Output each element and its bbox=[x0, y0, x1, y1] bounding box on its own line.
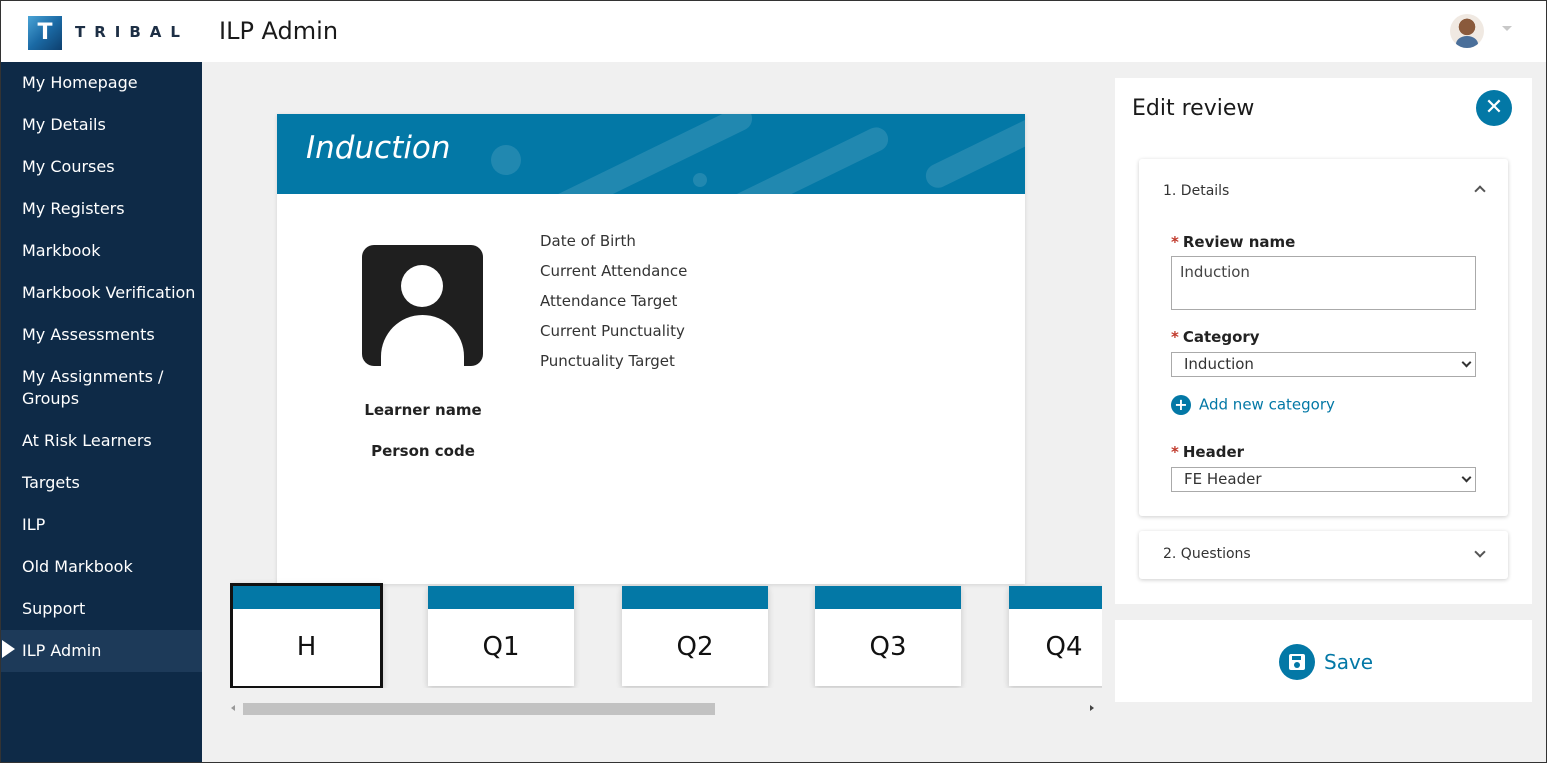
tab-bar bbox=[1009, 586, 1102, 609]
save-icon bbox=[1279, 644, 1315, 680]
edit-review-panel: Edit review ✕ 1. Details * Review name In… bbox=[1115, 78, 1532, 604]
chevron-up-icon[interactable] bbox=[1474, 185, 1486, 197]
review-preview-card: Induction Learner name Person code Date … bbox=[277, 114, 1025, 584]
decoration bbox=[491, 145, 521, 175]
question-tabs: H Q1 Q2 Q3 Q4 bbox=[230, 578, 1102, 688]
horizontal-scrollbar[interactable] bbox=[230, 702, 1100, 716]
info-date-of-birth: Date of Birth bbox=[540, 232, 636, 250]
info-current-attendance: Current Attendance bbox=[540, 262, 688, 280]
preview-title: Induction bbox=[306, 130, 451, 166]
chevron-down-icon bbox=[1461, 357, 1472, 368]
tribal-logo-icon: T bbox=[28, 16, 62, 50]
scroll-left-icon[interactable] bbox=[231, 705, 235, 711]
sidebar-item-my-registers[interactable]: My Registers bbox=[1, 198, 202, 220]
active-indicator-icon bbox=[2, 640, 15, 658]
sidebar-item-label-line2: Groups bbox=[22, 389, 80, 408]
plus-icon: + bbox=[1171, 395, 1191, 415]
scrollbar-thumb[interactable] bbox=[243, 703, 715, 715]
avatar[interactable] bbox=[1450, 14, 1484, 48]
tab-label: H bbox=[296, 632, 317, 662]
save-panel: Save bbox=[1115, 620, 1532, 702]
decoration bbox=[529, 114, 757, 194]
sidebar-item-my-details[interactable]: My Details bbox=[1, 114, 202, 136]
tab-bar bbox=[622, 586, 768, 609]
save-label: Save bbox=[1324, 650, 1374, 674]
header-value: FE Header bbox=[1184, 470, 1262, 488]
sidebar-item-old-markbook[interactable]: Old Markbook bbox=[1, 556, 202, 578]
tab-q1[interactable]: Q1 bbox=[428, 586, 574, 686]
main-content: Induction Learner name Person code Date … bbox=[202, 62, 1546, 762]
preview-header: Induction bbox=[277, 114, 1025, 194]
sidebar-item-my-assignments[interactable]: My Assignments / Groups bbox=[1, 366, 202, 410]
sidebar: My Homepage My Details My Courses My Reg… bbox=[1, 62, 202, 762]
tab-header[interactable]: H bbox=[230, 583, 383, 688]
top-bar: T TRIBAL ILP Admin bbox=[1, 1, 1546, 62]
page-title: ILP Admin bbox=[219, 17, 339, 45]
tab-q4[interactable]: Q4 bbox=[1009, 586, 1102, 686]
review-name-field[interactable]: Induction bbox=[1171, 256, 1476, 310]
add-new-category-link[interactable]: + Add new category bbox=[1171, 395, 1335, 415]
learner-photo-icon bbox=[362, 245, 483, 366]
tab-bar bbox=[233, 586, 380, 609]
chevron-down-icon[interactable] bbox=[1502, 26, 1512, 31]
logo-text: TRIBAL bbox=[75, 23, 189, 41]
decoration bbox=[693, 173, 707, 187]
sidebar-item-ilp[interactable]: ILP bbox=[1, 514, 202, 536]
header-select[interactable]: FE Header bbox=[1171, 467, 1476, 492]
chevron-down-icon bbox=[1461, 472, 1472, 483]
close-icon: ✕ bbox=[1484, 95, 1504, 120]
add-category-label: Add new category bbox=[1199, 395, 1335, 414]
tab-bar bbox=[428, 586, 574, 609]
tab-q3[interactable]: Q3 bbox=[815, 586, 961, 686]
tab-label: Q2 bbox=[676, 632, 714, 662]
scroll-right-icon[interactable] bbox=[1090, 705, 1094, 711]
sidebar-item-support[interactable]: Support bbox=[1, 598, 202, 620]
info-punctuality-target: Punctuality Target bbox=[540, 352, 675, 370]
chevron-down-icon[interactable] bbox=[1474, 546, 1486, 558]
section-title[interactable]: 1. Details bbox=[1163, 183, 1229, 199]
app-window: T TRIBAL ILP Admin My Homepage My Detail… bbox=[0, 0, 1547, 763]
tab-label: Q4 bbox=[1045, 632, 1083, 662]
section-title: 2. Questions bbox=[1163, 546, 1251, 562]
sidebar-item-my-assessments[interactable]: My Assessments bbox=[1, 324, 202, 346]
tab-bar bbox=[815, 586, 961, 609]
tab-q2[interactable]: Q2 bbox=[622, 586, 768, 686]
category-select[interactable]: Induction bbox=[1171, 352, 1476, 377]
sidebar-item-label: My Assignments / bbox=[22, 367, 164, 386]
category-value: Induction bbox=[1184, 355, 1254, 373]
close-button[interactable]: ✕ bbox=[1476, 90, 1512, 126]
tab-label: Q1 bbox=[482, 632, 520, 662]
sidebar-item-my-homepage[interactable]: My Homepage bbox=[1, 72, 202, 94]
sidebar-item-targets[interactable]: Targets bbox=[1, 472, 202, 494]
panel-title: Edit review bbox=[1132, 96, 1255, 121]
info-attendance-target: Attendance Target bbox=[540, 292, 678, 310]
person-code: Person code bbox=[371, 442, 475, 460]
header-label: * Header bbox=[1171, 443, 1245, 461]
sidebar-item-my-courses[interactable]: My Courses bbox=[1, 156, 202, 178]
review-name-label: * Review name bbox=[1171, 233, 1296, 251]
sidebar-item-markbook-verification[interactable]: Markbook Verification bbox=[1, 282, 202, 304]
questions-section[interactable]: 2. Questions bbox=[1139, 531, 1508, 579]
learner-name: Learner name bbox=[364, 401, 482, 419]
category-label: * Category bbox=[1171, 328, 1260, 346]
info-current-punctuality: Current Punctuality bbox=[540, 322, 685, 340]
details-section: 1. Details * Review name Induction * Categ… bbox=[1139, 159, 1508, 516]
decoration bbox=[921, 114, 1025, 192]
sidebar-item-ilp-admin[interactable]: ILP Admin bbox=[1, 630, 202, 672]
sidebar-item-label: ILP Admin bbox=[22, 641, 102, 660]
sidebar-item-at-risk-learners[interactable]: At Risk Learners bbox=[1, 430, 202, 452]
sidebar-item-markbook[interactable]: Markbook bbox=[1, 240, 202, 262]
tab-label: Q3 bbox=[869, 632, 907, 662]
